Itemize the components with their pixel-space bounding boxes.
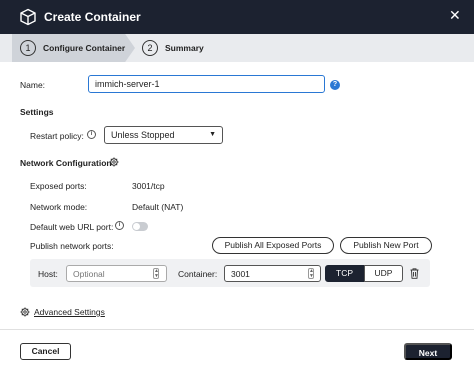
cube-icon [20, 8, 36, 26]
host-port-stepper[interactable]: ▲ ▼ [153, 268, 159, 279]
default-web-url-port-toggle[interactable] [132, 222, 148, 231]
publish-all-exposed-ports-button[interactable]: Publish All Exposed Ports [212, 237, 334, 254]
network-configuration-heading: Network Configuration [20, 158, 112, 168]
close-icon[interactable]: ✕ [449, 8, 461, 22]
restart-policy-select[interactable]: Unless Stopped ▼ [104, 126, 223, 144]
publish-network-ports-label: Publish network ports: [30, 241, 114, 251]
step-number-1: 1 [20, 40, 36, 56]
trash-icon[interactable] [410, 268, 419, 279]
step-label-summary: Summary [165, 43, 204, 53]
container-port-input[interactable] [224, 265, 321, 282]
step-number-2: 2 [142, 40, 158, 56]
network-mode-label: Network mode: [30, 202, 88, 212]
name-label: Name: [20, 80, 46, 90]
help-icon[interactable]: ? [330, 80, 340, 90]
protocol-udp-button[interactable]: UDP [364, 265, 403, 282]
footer-divider [0, 329, 474, 330]
next-button[interactable]: Next [404, 343, 452, 360]
protocol-tcp-button[interactable]: TCP [325, 265, 364, 282]
gear-icon[interactable] [20, 307, 30, 317]
host-label: Host: [38, 269, 58, 279]
default-web-url-port-label: Default web URL port: [30, 222, 114, 232]
publish-new-port-button[interactable]: Publish New Port [340, 237, 432, 254]
dialog-title: Create Container [44, 10, 141, 24]
exposed-ports-value: 3001/tcp [132, 181, 165, 191]
chevron-down-icon: ▼ [209, 131, 216, 138]
dialog-titlebar: Create Container ✕ [0, 0, 474, 34]
container-name-input[interactable] [88, 75, 325, 93]
restart-policy-label: Restart policy: [30, 131, 84, 141]
container-port-stepper[interactable]: ▲ ▼ [308, 268, 314, 279]
container-label: Container: [178, 269, 218, 279]
restart-policy-value: Unless Stopped [111, 130, 175, 140]
wizard-steps: 1 Configure Container 2 Summary [0, 34, 474, 62]
info-icon[interactable]: i [115, 221, 124, 230]
info-icon[interactable]: i [87, 130, 96, 139]
cancel-button[interactable]: Cancel [20, 343, 71, 360]
step-label-configure-container: Configure Container [43, 43, 126, 53]
gear-icon[interactable] [109, 157, 119, 167]
advanced-settings-link[interactable]: Advanced Settings [34, 307, 105, 317]
exposed-ports-label: Exposed ports: [30, 181, 87, 191]
network-mode-value: Default (NAT) [132, 202, 184, 212]
settings-heading: Settings [20, 107, 54, 117]
host-port-input[interactable] [66, 265, 167, 282]
